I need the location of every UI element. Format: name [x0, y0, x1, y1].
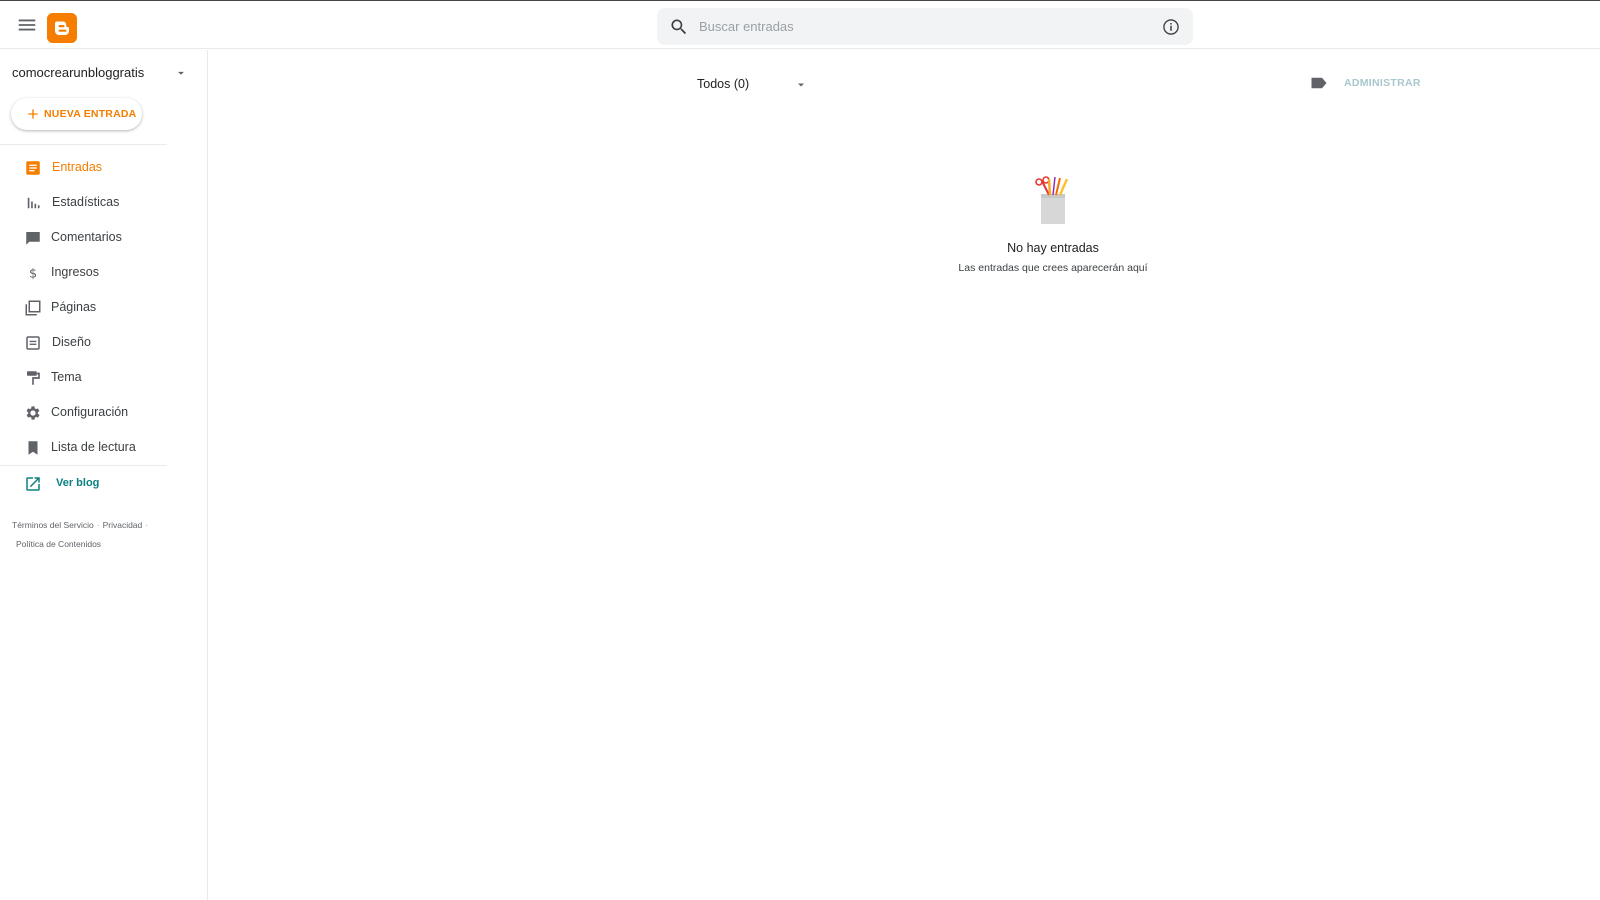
sidebar-item-label: Páginas	[51, 300, 97, 314]
empty-state-title: No hay entradas	[1007, 241, 1099, 255]
manage-label: ADMINISTRAR	[1344, 77, 1421, 89]
sidebar-item-label: Diseño	[52, 335, 91, 349]
sidebar-item-label: Tema	[51, 370, 82, 384]
sidebar-item-label: Lista de lectura	[51, 440, 136, 454]
new-post-label: NUEVA ENTRADA	[44, 108, 137, 120]
info-icon[interactable]	[1161, 17, 1181, 37]
sidebar-item-label: Comentarios	[51, 230, 122, 244]
manage-labels-button[interactable]: ADMINISTRAR	[1310, 74, 1420, 94]
filter-label: Todos (0)	[697, 77, 750, 91]
footer-links: Términos del Servicio · Privacidad · Políti…	[12, 516, 172, 554]
terms-link[interactable]: Términos del Servicio	[12, 520, 94, 530]
sidebar-item-label: Ingresos	[51, 265, 99, 279]
pages-icon	[25, 300, 41, 316]
posts-icon	[26, 161, 40, 175]
blogger-logo[interactable]	[47, 13, 77, 43]
theme-icon	[27, 371, 40, 385]
sidebar-item-layout[interactable]: Diseño	[0, 325, 207, 360]
blog-name: comocrearunbloggratis	[12, 65, 145, 80]
sidebar-item-settings[interactable]: Configuración	[0, 395, 207, 430]
empty-state-subtitle: Las entradas que crees aparecerán aquí	[958, 262, 1148, 274]
view-blog-label: Ver blog	[56, 477, 100, 489]
sidebar-item-posts[interactable]: Entradas	[0, 150, 207, 185]
comments-icon	[26, 232, 40, 245]
separator-dot: ·	[96, 520, 100, 530]
separator-dot: ·	[145, 520, 149, 530]
sidebar-item-theme[interactable]: Tema	[0, 360, 207, 395]
search-icon[interactable]	[669, 17, 689, 37]
sidebar-item-comments[interactable]: Comentarios	[0, 220, 207, 255]
blog-selector[interactable]: comocrearunbloggratis	[0, 50, 207, 94]
sidebar-item-stats[interactable]: Estadísticas	[0, 185, 207, 220]
settings-icon	[26, 406, 40, 420]
privacy-link[interactable]: Privacidad	[103, 520, 143, 530]
sidebar-divider	[0, 144, 167, 145]
empty-posts-illustration	[1035, 176, 1069, 224]
sidebar-item-pages[interactable]: Páginas	[0, 290, 207, 325]
open-external-icon	[26, 477, 40, 491]
earnings-icon: $	[29, 267, 37, 282]
chevron-down-icon	[798, 83, 804, 87]
stats-icon	[27, 197, 40, 209]
layout-icon	[26, 336, 40, 350]
chevron-down-icon	[178, 71, 184, 75]
sidebar-item-earnings[interactable]: $ Ingresos	[0, 255, 207, 290]
bookmark-icon	[28, 441, 38, 455]
sidebar-item-label: Entradas	[52, 160, 103, 174]
sidebar-item-label: Configuración	[51, 405, 129, 419]
search-input[interactable]	[699, 8, 1139, 45]
app-header	[0, 1, 1600, 49]
main-content: Todos (0) ADMINISTRAR No hay entradas La…	[209, 50, 1600, 900]
posts-filter-dropdown[interactable]: Todos (0)	[697, 72, 813, 96]
menu-icon[interactable]	[16, 14, 38, 36]
search-bar[interactable]	[657, 8, 1193, 45]
view-blog-link[interactable]: Ver blog	[0, 466, 207, 501]
sidebar-item-label: Estadísticas	[52, 195, 120, 209]
plus-icon	[28, 109, 38, 119]
sidebar: comocrearunbloggratis NUEVA ENTRADA Entr…	[0, 50, 208, 900]
sidebar-item-reading-list[interactable]: Lista de lectura	[0, 430, 207, 465]
content-policy-link[interactable]: Política de Contenidos	[16, 539, 101, 549]
label-icon	[1311, 77, 1327, 89]
svg-text:$: $	[29, 267, 37, 282]
new-post-button[interactable]: NUEVA ENTRADA	[11, 98, 142, 130]
